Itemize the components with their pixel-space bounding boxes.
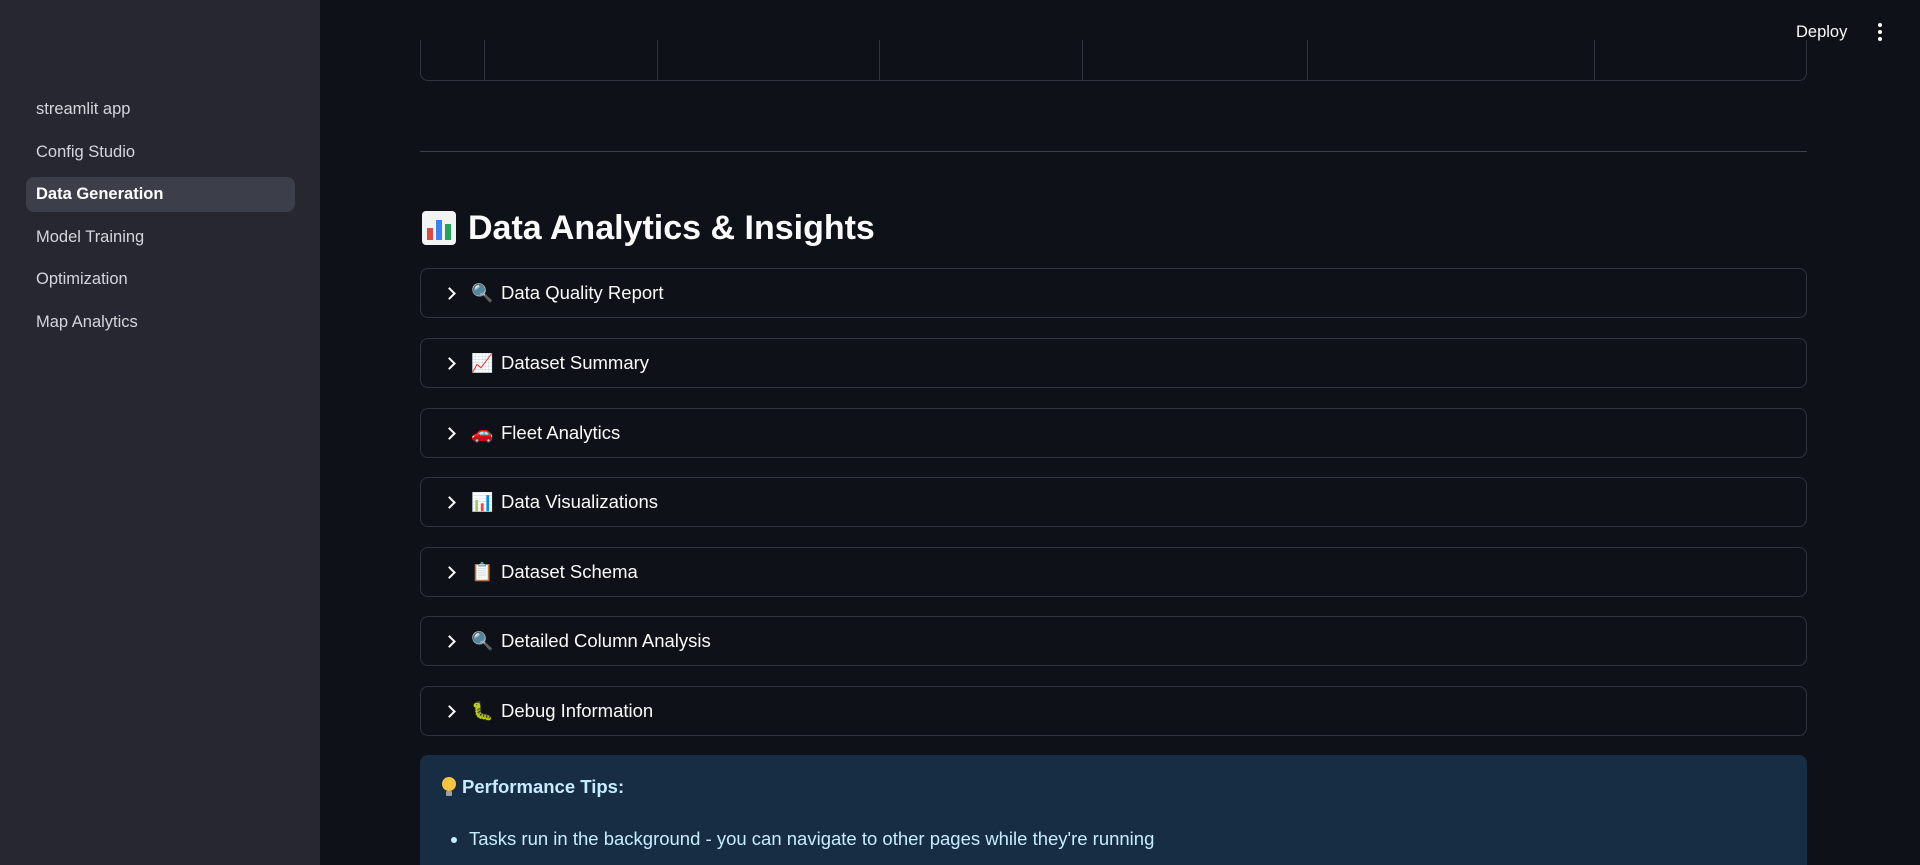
tips-list-item: Tasks run in the background - you can na… <box>469 828 1154 850</box>
emoji-bar <box>445 224 451 240</box>
dataframe-table-bottom <box>420 40 1807 81</box>
expander-dataset-summary[interactable]: 📈 Dataset Summary <box>420 338 1807 388</box>
emoji-bar <box>436 220 442 240</box>
chevron-right-icon <box>443 565 457 579</box>
expander-detailed-column-analysis[interactable]: 🔍 Detailed Column Analysis <box>420 616 1807 666</box>
sidebar-item-optimization[interactable]: Optimization <box>26 262 295 297</box>
menu-dot <box>1878 23 1882 27</box>
table-column-divider <box>484 40 485 80</box>
magnifier-icon: 🔍 <box>471 631 494 651</box>
section-title-text: Data Analytics & Insights <box>468 209 875 247</box>
light-bulb-icon <box>440 776 458 798</box>
menu-dot <box>1878 30 1882 34</box>
expander-label: Fleet Analytics <box>501 422 621 443</box>
kebab-menu-icon[interactable] <box>1866 18 1894 46</box>
sidebar-item-streamlit-app[interactable]: streamlit app <box>26 92 295 127</box>
table-column-divider <box>657 40 658 80</box>
sidebar: streamlit app Config Studio Data Generat… <box>0 0 320 865</box>
chevron-right-icon <box>443 356 457 370</box>
tips-title: Performance Tips: <box>440 776 624 798</box>
table-column-divider <box>1594 40 1595 80</box>
sidebar-item-data-generation[interactable]: Data Generation <box>26 177 295 212</box>
chart-increasing-icon: 📈 <box>471 353 494 373</box>
expander-data-visualizations[interactable]: 📊 Data Visualizations <box>420 477 1807 527</box>
chevron-right-icon <box>443 426 457 440</box>
clipboard-icon: 📋 <box>471 562 494 582</box>
table-column-divider <box>1082 40 1083 80</box>
emoji-bar <box>427 228 433 240</box>
bar-chart-icon: 📊 <box>471 492 494 512</box>
sidebar-nav: streamlit app Config Studio Data Generat… <box>26 92 295 347</box>
expander-label: Data Quality Report <box>501 282 664 303</box>
expander-label: Detailed Column Analysis <box>501 630 711 651</box>
menu-dot <box>1878 37 1882 41</box>
expander-debug-information[interactable]: 🐛 Debug Information <box>420 686 1807 736</box>
bug-icon: 🐛 <box>471 701 494 721</box>
chevron-right-icon <box>443 495 457 509</box>
bar-chart-emoji <box>422 211 456 245</box>
expander-label: Dataset Schema <box>501 561 638 582</box>
magnifier-icon: 🔍 <box>471 283 494 303</box>
page-title: Data Analytics & Insights <box>422 204 875 252</box>
expander-data-quality-report[interactable]: 🔍 Data Quality Report <box>420 268 1807 318</box>
performance-tips-info-box: Performance Tips: Tasks run in the backg… <box>420 755 1807 865</box>
expander-label: Data Visualizations <box>501 491 658 512</box>
expander-dataset-schema[interactable]: 📋 Dataset Schema <box>420 547 1807 597</box>
table-column-divider <box>1307 40 1308 80</box>
tips-list: Tasks run in the background - you can na… <box>469 828 1154 850</box>
chevron-right-icon <box>443 286 457 300</box>
section-divider <box>420 151 1807 152</box>
sidebar-item-config-studio[interactable]: Config Studio <box>26 135 295 170</box>
tips-title-text: Performance Tips: <box>462 776 625 797</box>
expander-fleet-analytics[interactable]: 🚗 Fleet Analytics <box>420 408 1807 458</box>
car-icon: 🚗 <box>471 423 494 443</box>
sidebar-item-model-training[interactable]: Model Training <box>26 220 295 255</box>
chevron-right-icon <box>443 634 457 648</box>
sidebar-item-map-analytics[interactable]: Map Analytics <box>26 305 295 340</box>
chevron-right-icon <box>443 704 457 718</box>
expander-label: Dataset Summary <box>501 352 650 373</box>
expander-label: Debug Information <box>501 700 654 721</box>
table-column-divider <box>879 40 880 80</box>
